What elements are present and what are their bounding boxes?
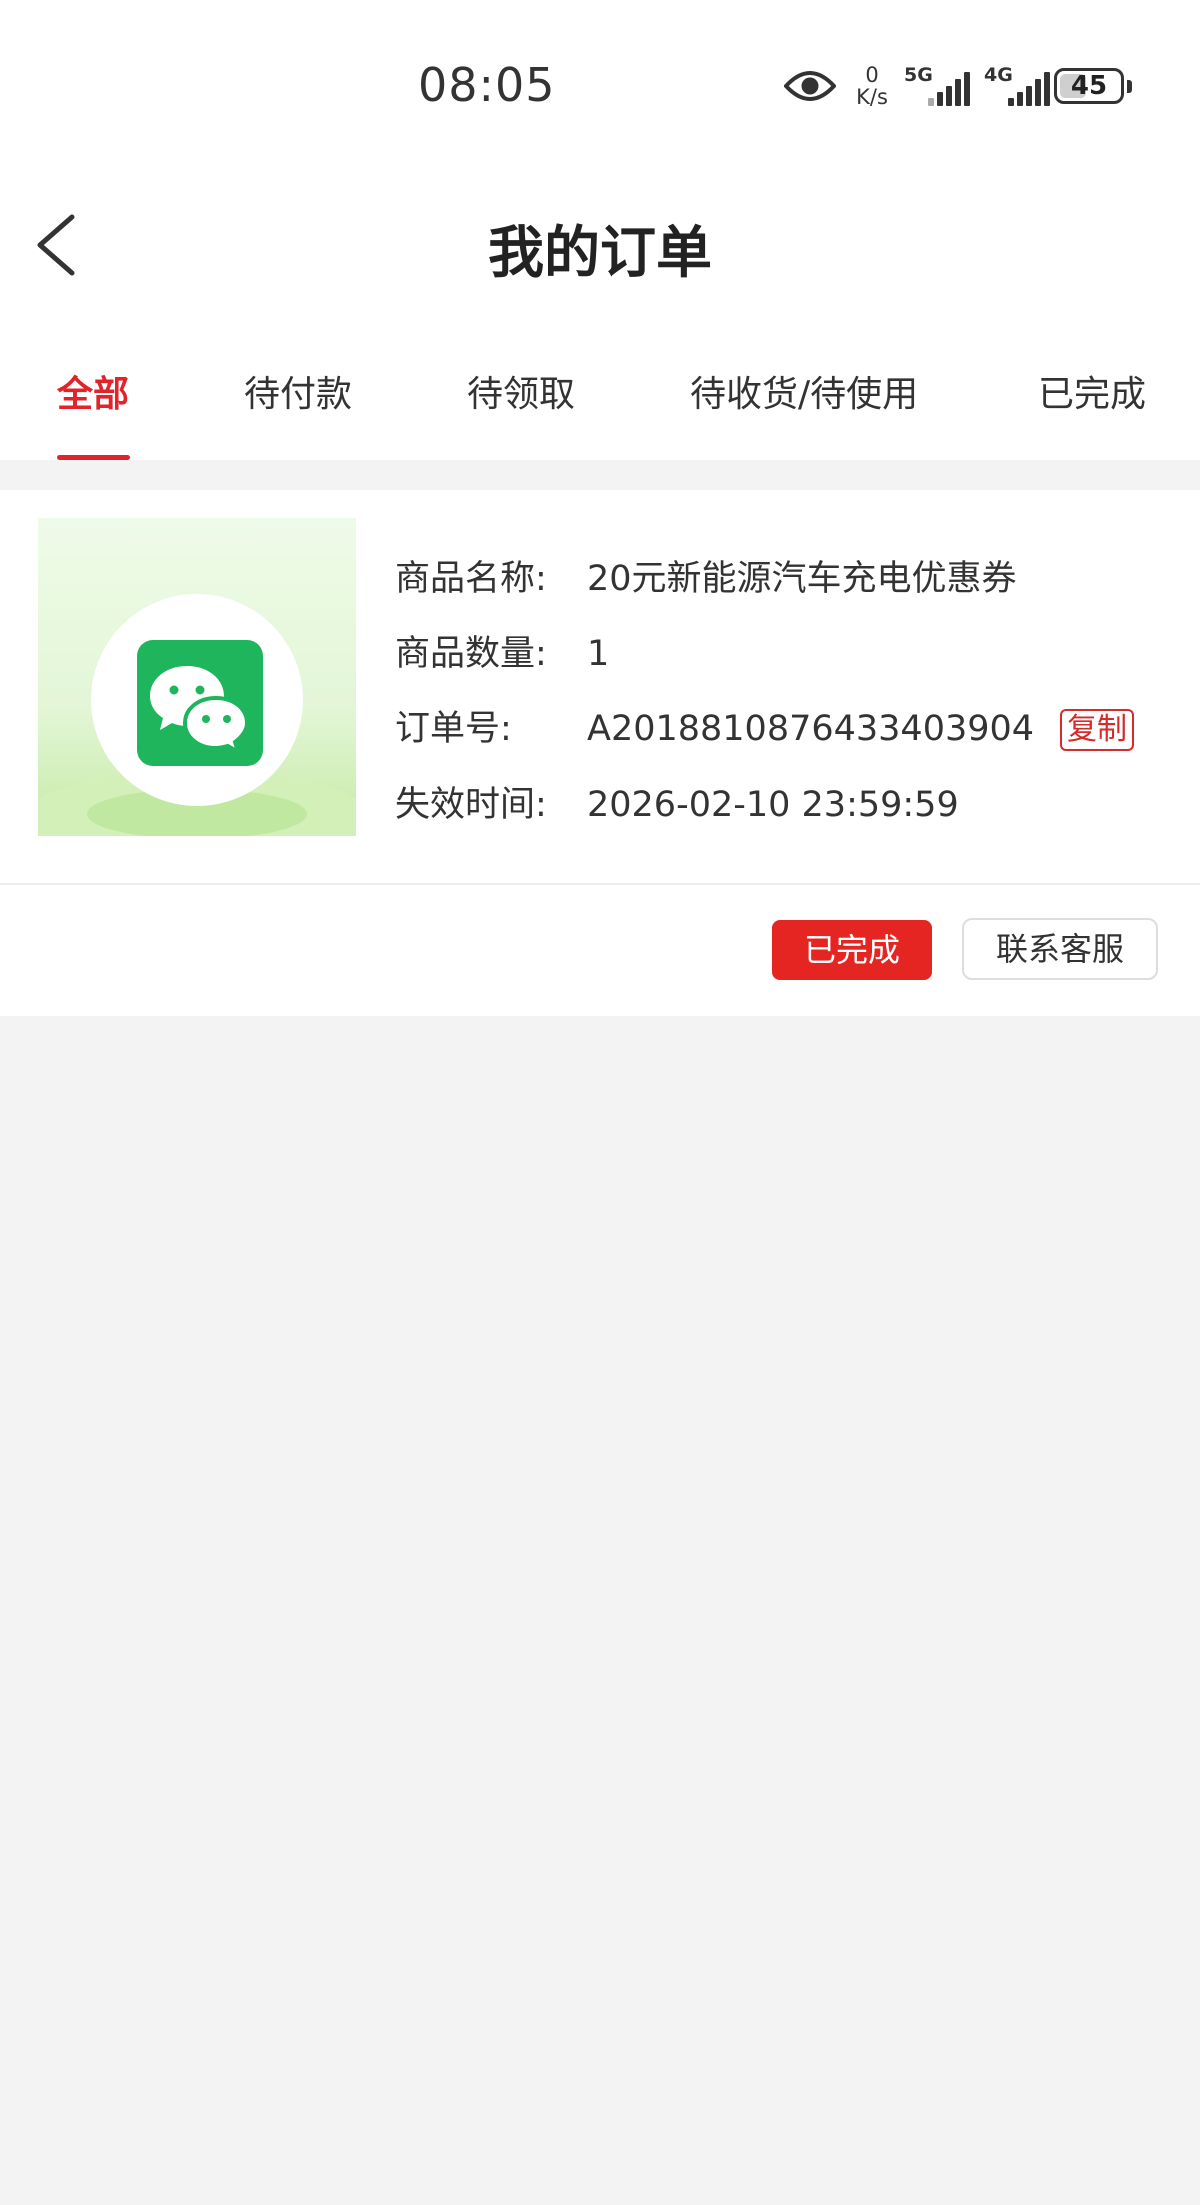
copy-button[interactable]: 复制 xyxy=(1060,709,1135,751)
battery-level: 45 xyxy=(1070,71,1108,101)
expire-time-value: 2026-02-10 23:59:59 xyxy=(587,785,959,825)
eye-icon xyxy=(784,71,836,101)
status-time: 08:05 xyxy=(418,58,556,112)
network-speed-unit: K/s xyxy=(856,85,888,109)
tab-pending-pickup[interactable]: 待领取 xyxy=(467,365,575,417)
active-tab-indicator xyxy=(57,455,130,460)
order-number-value: A2018810876433403904 xyxy=(587,709,1035,749)
order-number-label: 订单号: xyxy=(395,709,512,749)
contact-service-button[interactable]: 联系客服 xyxy=(962,918,1158,980)
completed-status-button[interactable]: 已完成 xyxy=(772,920,932,980)
expire-time-row: 失效时间: 2026-02-10 23:59:59 xyxy=(395,776,959,827)
product-name-row: 商品名称: 20元新能源汽车充电优惠券 xyxy=(395,550,1017,601)
network-speed-value: 0 xyxy=(865,63,879,87)
quantity-label: 商品数量: xyxy=(395,634,547,674)
battery-tip xyxy=(1127,80,1132,93)
order-card: 商品名称: 20元新能源汽车充电优惠券 商品数量: 1 订单号: A201881087… xyxy=(0,490,1200,1016)
product-name-label: 商品名称: xyxy=(395,559,547,599)
tab-pending-receipt-use[interactable]: 待收货/待使用 xyxy=(690,365,918,417)
quantity-value: 1 xyxy=(587,634,610,674)
tab-pending-payment[interactable]: 待付款 xyxy=(244,365,352,417)
network-speed: 0 K/s xyxy=(850,64,894,108)
card-divider xyxy=(0,883,1200,885)
wechat-icon xyxy=(137,640,263,766)
expire-time-label: 失效时间: xyxy=(395,785,547,825)
quantity-row: 商品数量: 1 xyxy=(395,625,609,676)
order-number-row: 订单号: A2018810876433403904 复制 xyxy=(395,700,1135,751)
product-name-value: 20元新能源汽车充电优惠券 xyxy=(587,559,1017,599)
product-thumbnail xyxy=(38,518,356,836)
battery-icon: 45 xyxy=(1054,68,1124,104)
tab-all[interactable]: 全部 xyxy=(57,365,129,417)
tab-completed[interactable]: 已完成 xyxy=(1038,365,1146,417)
order-tabs: 全部 待付款 待领取 待收货/待使用 已完成 xyxy=(0,355,1200,460)
page-title: 我的订单 xyxy=(488,221,712,286)
